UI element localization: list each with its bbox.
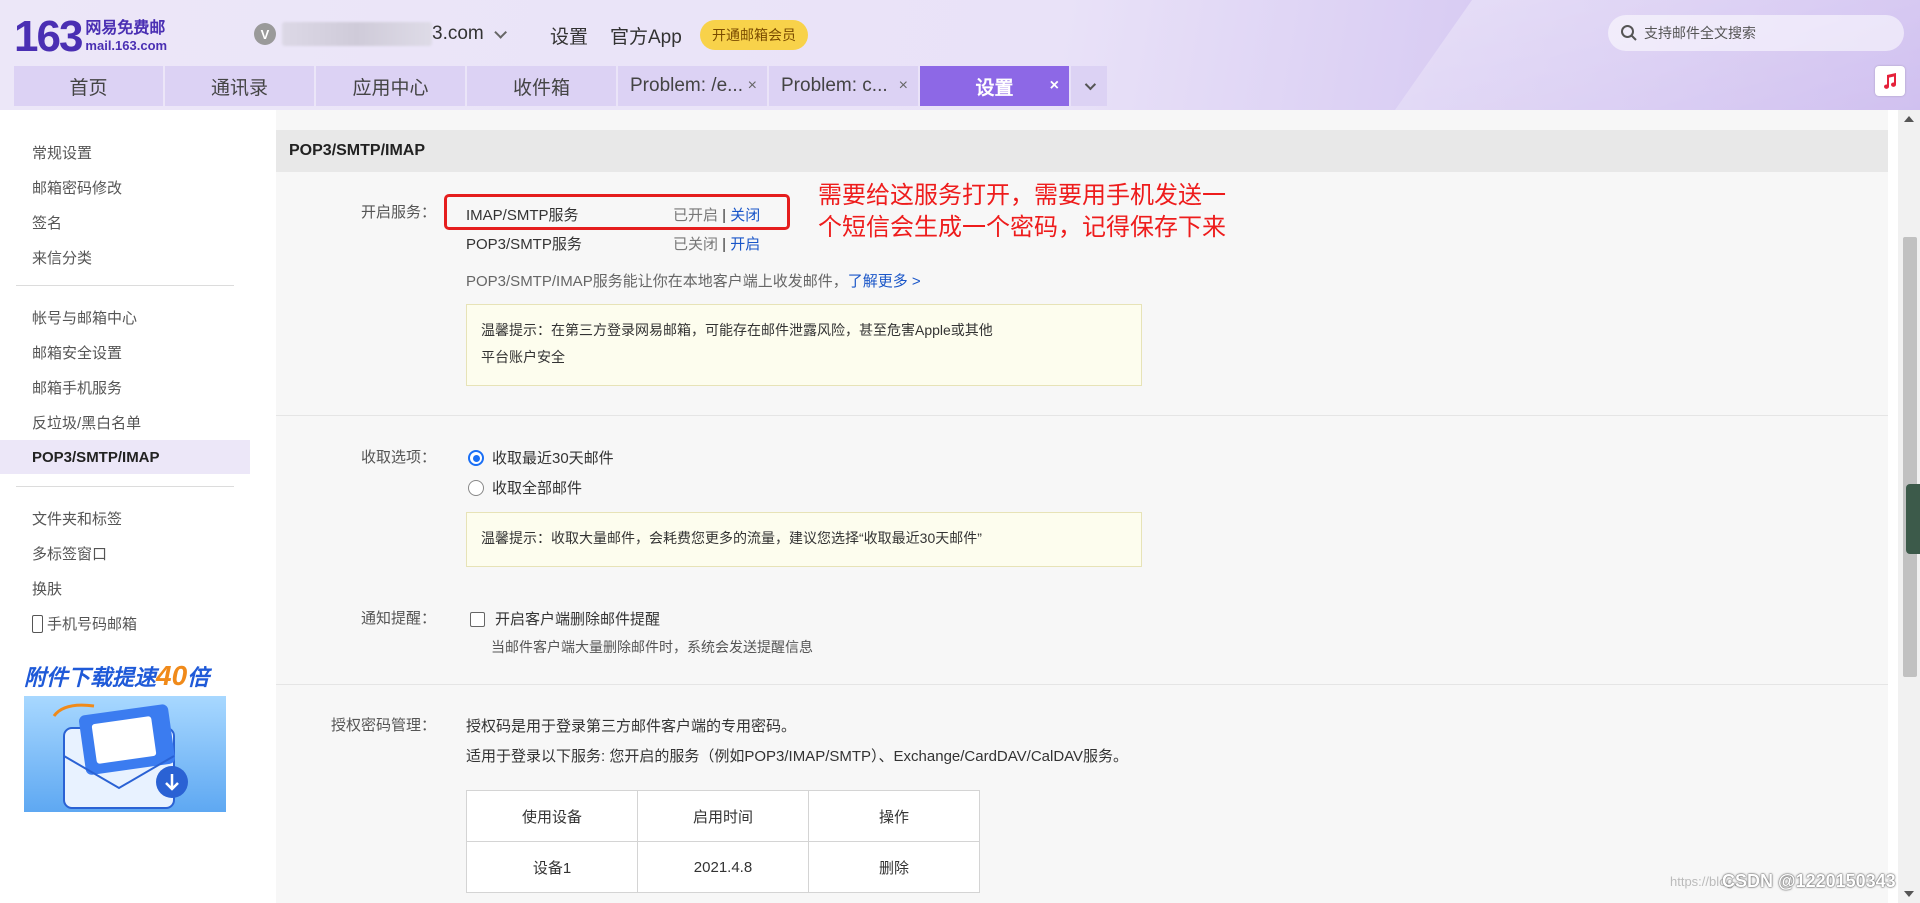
sidebar-item-antispam[interactable]: 反垃圾/黑白名单	[32, 412, 141, 433]
sidebar-item-account-center[interactable]: 帐号与邮箱中心	[32, 307, 137, 328]
settings-main-panel: POP3/SMTP/IMAP 开启服务： IMAP/SMTP服务 已开启 | 关…	[276, 110, 1888, 903]
table-header-row: 使用设备 启用时间 操作	[466, 790, 980, 842]
logo-domain: mail.163.com	[85, 38, 168, 53]
tab-label: 通讯录	[210, 77, 268, 99]
account-selector[interactable]: V 3.com	[254, 22, 507, 46]
tab-label: 应用中心	[352, 77, 429, 99]
scroll-up-icon[interactable]	[1904, 116, 1914, 122]
scroll-thumb[interactable]	[1903, 237, 1917, 677]
close-icon[interactable]: ×	[1050, 77, 1059, 95]
tab-home[interactable]: 首页	[14, 66, 163, 106]
sidebar-item-pop3-smtp-imap[interactable]: POP3/SMTP/IMAP	[0, 440, 250, 474]
tab-inbox[interactable]: 收件箱	[467, 66, 616, 106]
tab-bar: 首页 通讯录 应用中心 收件箱 Problem: /e... × Problem:…	[14, 66, 1109, 106]
banner-title: 附件下载提速40倍	[24, 660, 210, 691]
security-tip: 温馨提示：在第三方登录网易邮箱，可能存在邮件泄露风险，甚至危害Apple或其他 …	[466, 304, 1142, 386]
tab-label: 首页	[69, 77, 108, 99]
tab-app-center[interactable]: 应用中心	[316, 66, 465, 106]
service-description: POP3/SMTP/IMAP服务能让你在本地客户端上收发邮件，了解更多 >	[466, 273, 921, 290]
vip-upgrade-button[interactable]: 开通邮箱会员	[700, 20, 808, 50]
notify-description: 当邮件客户端大量删除邮件时，系统会发送提醒信息	[491, 639, 813, 655]
pop3-service-status: 已关闭 | 开启	[673, 236, 761, 253]
auth-code-description: 授权码是用于登录第三方邮件客户端的专用密码。	[466, 718, 797, 735]
settings-sidebar: 常规设置 邮箱密码修改 签名 来信分类 帐号与邮箱中心 邮箱安全设置 邮箱手机服…	[0, 110, 250, 903]
phone-icon	[32, 615, 43, 634]
tab-problem-1[interactable]: Problem: /e... ×	[618, 66, 767, 106]
delete-reminder-checkbox[interactable]	[470, 611, 485, 627]
search-icon	[1621, 25, 1637, 41]
tab-contacts[interactable]: 通讯录	[165, 66, 314, 106]
radio-unselected[interactable]	[468, 480, 484, 497]
highlight-box	[444, 194, 790, 230]
search-input[interactable]	[1644, 25, 1874, 41]
settings-link[interactable]: 设置	[550, 22, 588, 49]
col-action: 操作	[808, 790, 980, 842]
learn-more-link[interactable]: 了解更多 >	[848, 273, 921, 290]
device-table: 使用设备 启用时间 操作 设备1 2021.4.8 删除	[466, 790, 980, 893]
official-app-link[interactable]: 官方App	[610, 22, 682, 49]
page-title: POP3/SMTP/IMAP	[276, 130, 1888, 172]
device-name: 设备1	[466, 841, 638, 893]
service-label: 开启服务：	[360, 204, 436, 221]
fetch-options-label: 收取选项：	[360, 449, 436, 466]
download-speed-banner[interactable]: 附件下载提速40倍	[24, 660, 226, 812]
vip-level-icon: V	[254, 23, 276, 45]
mail-logo[interactable]: 163 网易免费邮 mail.163.com	[14, 12, 167, 62]
notify-label: 通知提醒：	[360, 610, 436, 627]
fetch-all-option[interactable]: 收取全部邮件	[468, 477, 582, 498]
delete-reminder-option[interactable]: 开启客户端删除邮件提醒	[470, 608, 660, 629]
pop3-service-name: POP3/SMTP服务	[466, 236, 582, 253]
side-widget[interactable]	[1906, 484, 1920, 554]
search-box[interactable]	[1608, 15, 1904, 51]
section-divider	[276, 415, 1888, 416]
sidebar-item-signature[interactable]: 签名	[32, 212, 62, 233]
auth-code-services: 适用于登录以下服务: 您开启的服务（例如POP3/IMAP/SMTP）、Exch…	[466, 748, 1129, 765]
close-icon[interactable]: ×	[899, 77, 908, 95]
traffic-tip: 温馨提示：收取大量邮件，会耗费您更多的流量，建议您选择“收取最近30天邮件”	[466, 512, 1142, 567]
close-icon[interactable]: ×	[748, 77, 757, 95]
banner-image	[24, 696, 226, 812]
col-device: 使用设备	[466, 790, 638, 842]
account-domain: 3.com	[432, 23, 484, 44]
radio-selected[interactable]	[468, 450, 484, 467]
red-annotation: 需要给这服务打开，需要用手机发送一 个短信会生成一个密码，记得保存下来	[818, 182, 1226, 241]
chevron-down-icon	[1084, 78, 1097, 91]
delete-device-link[interactable]: 删除	[808, 841, 980, 893]
sidebar-item-skin[interactable]: 换肤	[32, 578, 62, 599]
sidebar-item-phone-mailbox[interactable]: 手机号码邮箱	[32, 613, 137, 634]
tab-label: Problem: c...	[781, 75, 888, 96]
sidebar-item-general[interactable]: 常规设置	[32, 142, 92, 163]
scroll-down-icon[interactable]	[1904, 891, 1914, 897]
chevron-down-icon	[494, 25, 507, 39]
sidebar-item-password[interactable]: 邮箱密码修改	[32, 177, 122, 198]
tab-settings[interactable]: 设置 ×	[920, 66, 1069, 106]
csdn-watermark: CSDN @1220150343	[1722, 871, 1896, 891]
table-row: 设备1 2021.4.8 删除	[466, 841, 980, 893]
auth-code-label: 授权密码管理：	[330, 717, 436, 734]
top-header: 163 网易免费邮 mail.163.com V 3.com 设置 官方App …	[0, 0, 1920, 110]
sidebar-item-security[interactable]: 邮箱安全设置	[32, 342, 122, 363]
tab-more-button[interactable]	[1071, 66, 1107, 106]
fetch-30-days-option[interactable]: 收取最近30天邮件	[468, 447, 614, 468]
device-enabled-time: 2021.4.8	[637, 841, 809, 893]
logo-number: 163	[14, 12, 83, 61]
sidebar-item-mail-rules[interactable]: 来信分类	[32, 247, 92, 268]
tab-label: 设置	[975, 77, 1014, 99]
col-enabled-time: 启用时间	[637, 790, 809, 842]
sidebar-item-multi-tab[interactable]: 多标签窗口	[32, 543, 107, 564]
sidebar-divider	[16, 285, 234, 286]
tab-problem-2[interactable]: Problem: c... ×	[769, 66, 918, 106]
sidebar-item-folders-tags[interactable]: 文件夹和标签	[32, 508, 122, 529]
music-player-button[interactable]	[1875, 66, 1905, 96]
pop3-open-link[interactable]: 开启	[730, 236, 760, 253]
tab-label: Problem: /e...	[630, 75, 743, 96]
sidebar-divider	[16, 486, 234, 487]
logo-text: 网易免费邮	[85, 20, 166, 37]
sidebar-item-mobile-service[interactable]: 邮箱手机服务	[32, 377, 122, 398]
section-divider	[276, 684, 1888, 685]
account-name-blurred	[282, 22, 432, 46]
tab-label: 收件箱	[512, 77, 570, 99]
music-note-icon	[1884, 73, 1897, 89]
sidebar-item-label: 手机号码邮箱	[47, 616, 138, 633]
